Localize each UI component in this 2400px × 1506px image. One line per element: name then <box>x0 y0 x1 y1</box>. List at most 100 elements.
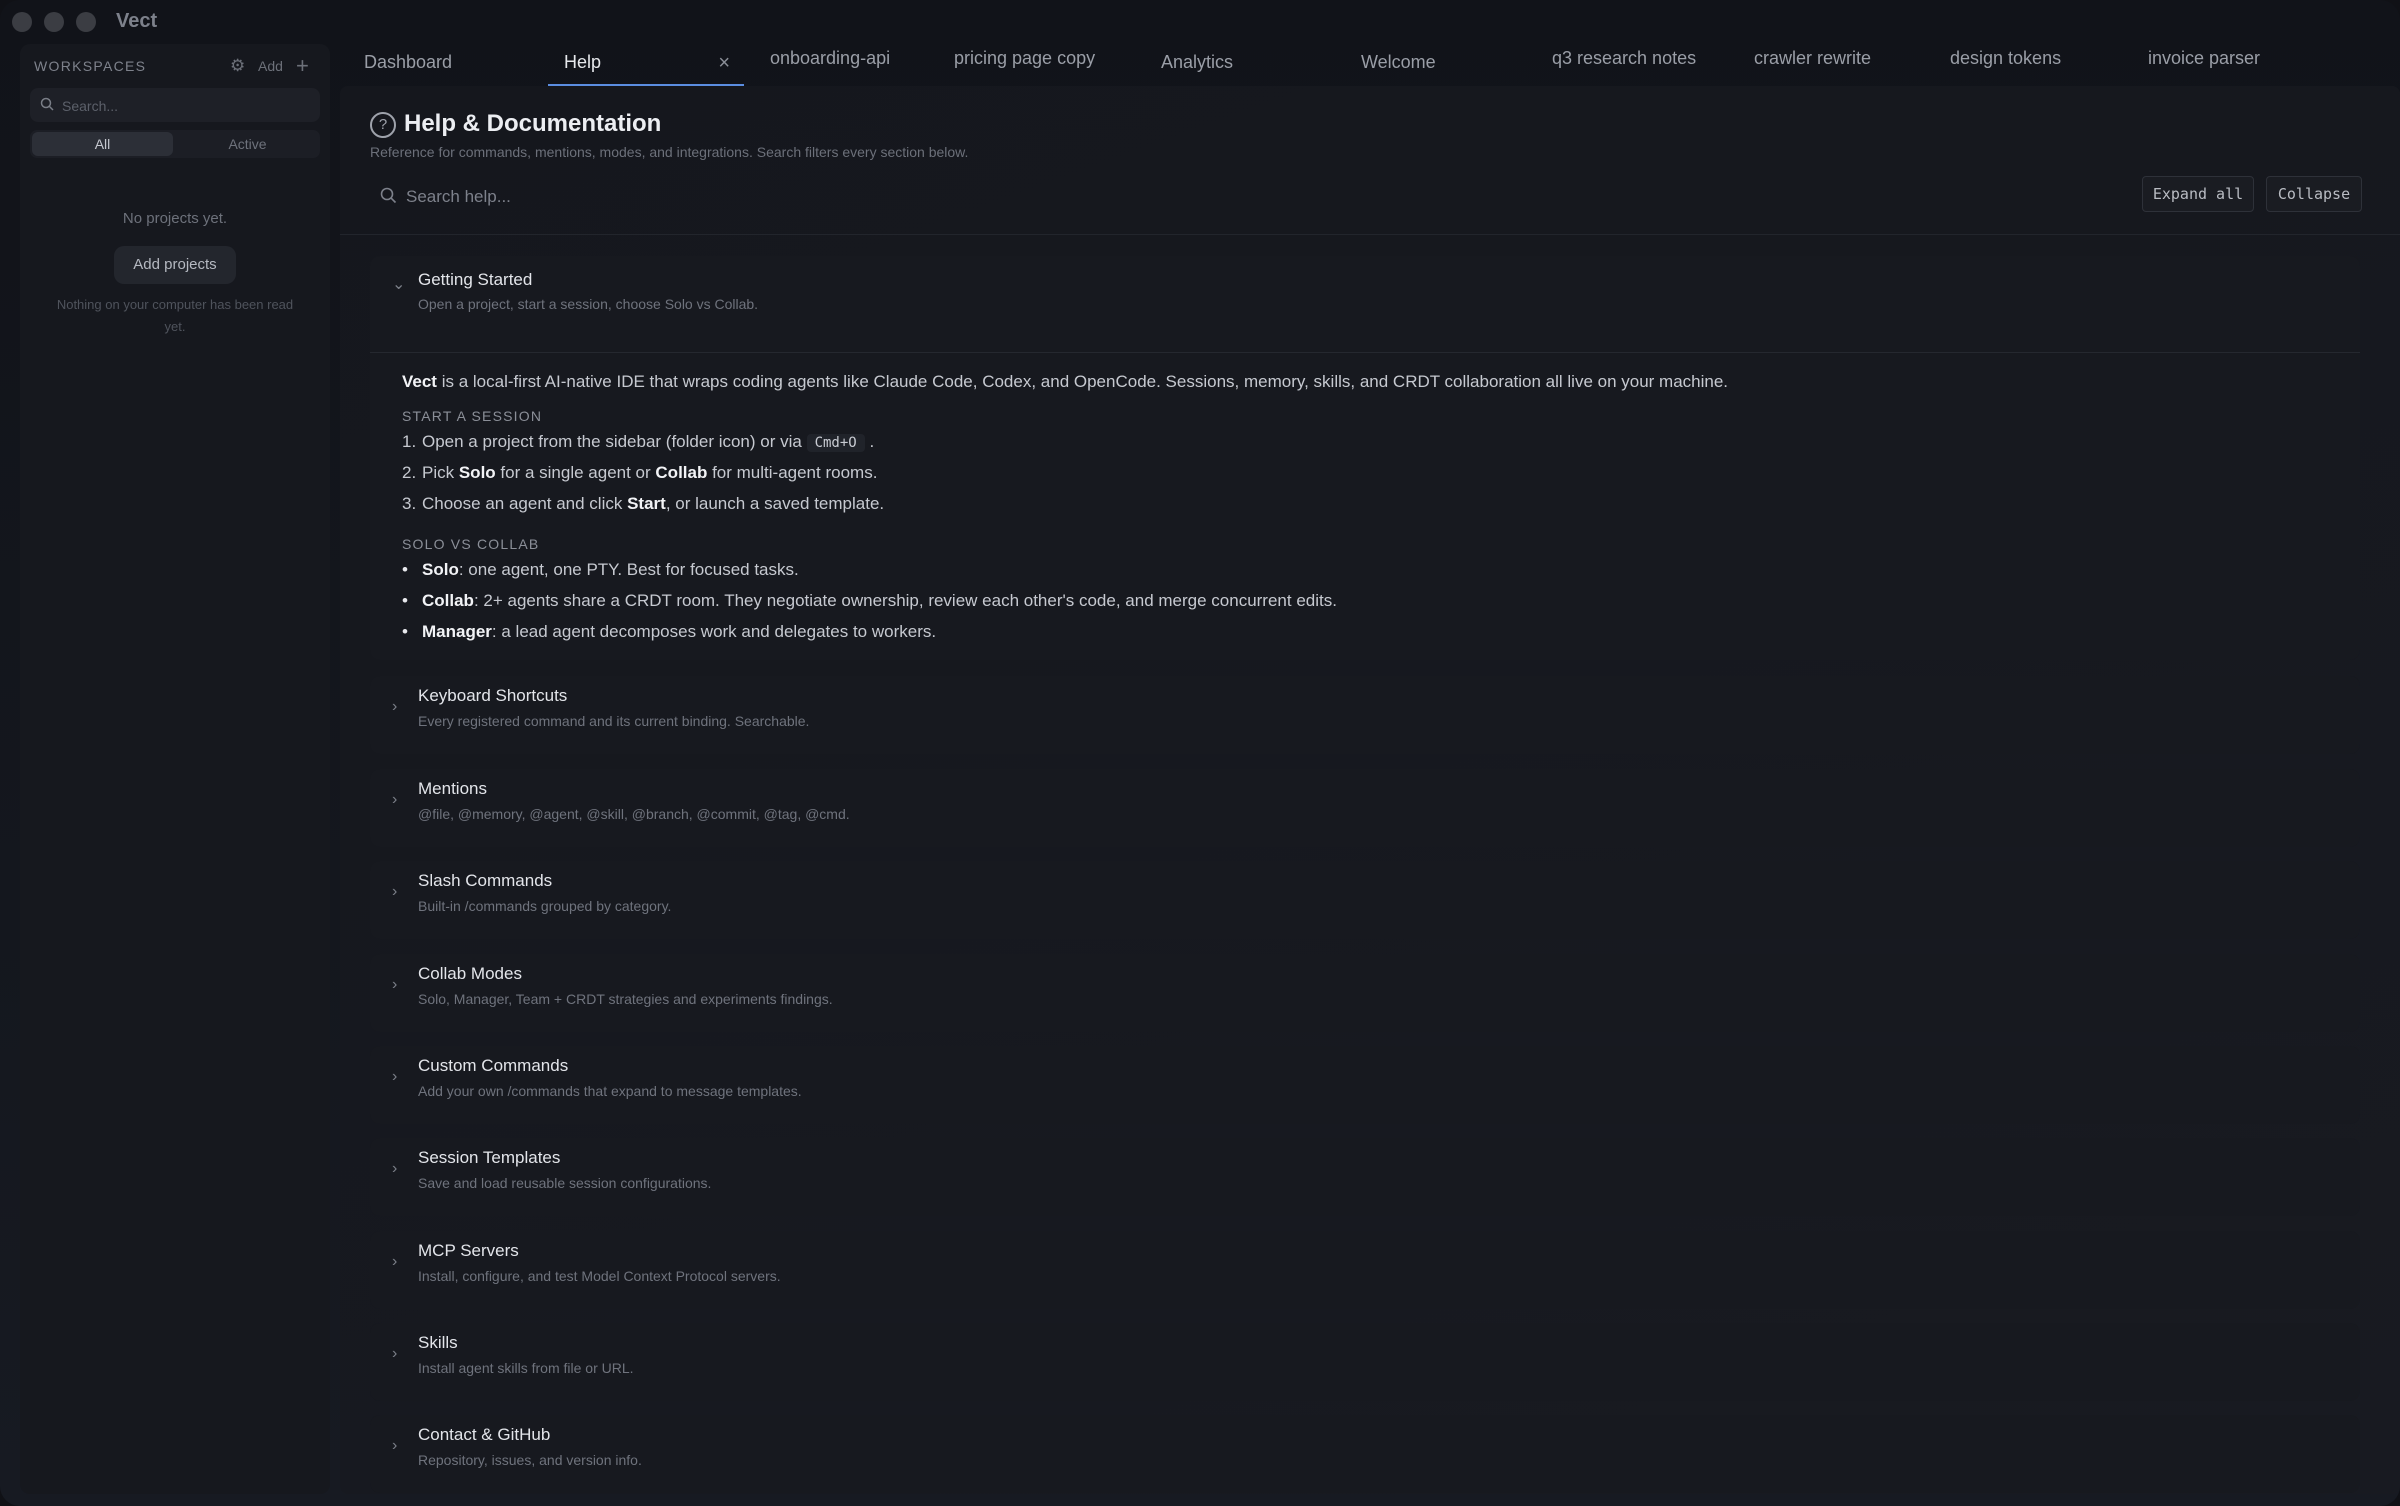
plus-icon[interactable]: + <box>296 53 309 79</box>
section-description: Repository, issues, and version info. <box>418 1452 642 1468</box>
tab-crawler-rewrite[interactable]: crawler rewrite <box>1730 40 1930 82</box>
close-window-button[interactable] <box>12 12 32 32</box>
section-description: Open a project, start a session, choose … <box>418 296 759 312</box>
list-item: • Manager: a lead agent decomposes work a… <box>402 622 936 642</box>
section-skills[interactable]: › Skills Install agent skills from file … <box>370 1323 2360 1401</box>
app-title: Vect <box>116 10 158 32</box>
section-mentions[interactable]: › Mentions @file, @memory, @agent, @skil… <box>370 769 2360 847</box>
help-search <box>380 178 1380 216</box>
header-divider <box>340 234 2400 235</box>
tab-dashboard[interactable]: Dashboard <box>340 44 540 86</box>
section-custom-commands[interactable]: › Custom Commands Add your own /commands… <box>370 1046 2360 1124</box>
chevron-right-icon[interactable]: › <box>392 1437 397 1455</box>
app-window: Vect WORKSPACES ⚙ Add + All Active No pr… <box>0 0 2400 1506</box>
tab-label: q3 research notes <box>1552 48 1697 68</box>
tab-label: Welcome <box>1361 52 1436 72</box>
step-text: for a single agent or <box>495 463 656 482</box>
section-getting-started: ⌄ Getting Started Open a project, start … <box>370 256 2360 660</box>
collapse-button[interactable]: Collapse <box>2266 176 2362 212</box>
section-description: Built-in /commands grouped by category. <box>418 898 672 914</box>
collab-term: Collab <box>655 463 708 482</box>
tab-bar: Dashboard Help × onboarding-api pricing … <box>340 44 2400 86</box>
tab-pricing-page-copy[interactable]: pricing page copy <box>930 40 1130 82</box>
close-icon[interactable]: × <box>718 52 730 75</box>
chevron-right-icon[interactable]: › <box>392 883 397 901</box>
tab-onboarding-api[interactable]: onboarding-api <box>746 40 926 82</box>
chevron-right-icon[interactable]: › <box>392 1253 397 1271</box>
step-number: 3. <box>402 494 417 513</box>
section-title: Custom Commands <box>418 1056 569 1075</box>
step-text: , or launch a saved template. <box>665 494 885 513</box>
filter-active-button[interactable]: Active <box>177 132 318 156</box>
step-text: Choose an agent and click <box>422 494 628 513</box>
chevron-right-icon[interactable]: › <box>392 1345 397 1363</box>
section-description: @file, @memory, @agent, @skill, @branch,… <box>418 806 850 822</box>
section-mcp-servers[interactable]: › MCP Servers Install, configure, and te… <box>370 1231 2360 1309</box>
step-text: Open a project from the sidebar (folder … <box>422 432 807 451</box>
intro-paragraph: Vect is a local-first AI-native IDE that… <box>402 372 1728 392</box>
section-description: Solo, Manager, Team + CRDT strategies an… <box>418 991 833 1007</box>
chevron-right-icon[interactable]: › <box>392 791 397 809</box>
list-item: 3. Choose an agent and click Start, or la… <box>402 494 884 514</box>
section-slash-commands[interactable]: › Slash Commands Built-in /commands grou… <box>370 861 2360 939</box>
chevron-right-icon[interactable]: › <box>392 1068 397 1086</box>
section-title: Slash Commands <box>418 871 553 890</box>
tab-label: design tokens <box>1950 48 2062 68</box>
workspace-search-input[interactable] <box>60 88 314 124</box>
section-collab-modes[interactable]: › Collab Modes Solo, Manager, Team + CRD… <box>370 954 2360 1032</box>
expand-all-button[interactable]: Expand all <box>2142 176 2254 212</box>
mode-text: : one agent, one PTY. Best for focused t… <box>458 560 799 579</box>
section-description: Save and load reusable session configura… <box>418 1175 712 1191</box>
search-icon <box>380 187 397 209</box>
intro-text: is a local-first AI-native IDE that wrap… <box>436 372 1729 391</box>
section-title: Contact & GitHub <box>418 1425 551 1444</box>
section-description: Install agent skills from file or URL. <box>418 1360 634 1376</box>
tab-label: Dashboard <box>364 52 453 72</box>
chevron-right-icon[interactable]: › <box>392 698 397 716</box>
list-item: • Solo: one agent, one PTY. Best for focu… <box>402 560 799 580</box>
add-projects-button[interactable]: Add projects <box>114 246 236 284</box>
tab-design-tokens[interactable]: design tokens <box>1926 40 2122 82</box>
step-text: . <box>864 432 875 451</box>
section-title: MCP Servers <box>418 1241 519 1260</box>
tab-label: pricing page copy <box>954 48 1096 68</box>
solo-term: Solo <box>458 463 496 482</box>
chevron-down-icon[interactable]: ⌄ <box>392 274 405 294</box>
section-title: Skills <box>418 1333 458 1352</box>
shortcut-kbd: Cmd+O <box>806 434 865 452</box>
help-search-input[interactable] <box>404 178 1308 216</box>
tab-invoice-parser[interactable]: invoice parser <box>2124 40 2324 82</box>
step-text: Pick <box>422 463 459 482</box>
section-contact-github[interactable]: › Contact & GitHub Repository, issues, a… <box>370 1415 2360 1493</box>
minimize-window-button[interactable] <box>44 12 64 32</box>
section-keyboard-shortcuts[interactable]: › Keyboard Shortcuts Every registered co… <box>370 676 2360 754</box>
chevron-right-icon[interactable]: › <box>392 1160 397 1178</box>
section-session-templates[interactable]: › Session Templates Save and load reusab… <box>370 1138 2360 1216</box>
app-name: Vect <box>402 372 437 391</box>
workspace-search <box>30 88 320 124</box>
section-divider <box>370 352 2360 353</box>
chevron-right-icon[interactable]: › <box>392 976 397 994</box>
empty-state-title: No projects yet. <box>122 210 228 227</box>
tab-q3-research-notes[interactable]: q3 research notes <box>1528 40 1738 82</box>
step-number: 1. <box>402 432 417 451</box>
section-title: Mentions <box>418 779 487 798</box>
section-description: Install, configure, and test Model Conte… <box>418 1268 781 1284</box>
tab-analytics[interactable]: Analytics <box>1137 44 1327 86</box>
section-description: Add your own /commands that expand to me… <box>418 1083 802 1099</box>
search-icon <box>40 97 54 116</box>
section-title[interactable]: Getting Started <box>418 270 532 290</box>
zoom-window-button[interactable] <box>76 12 96 32</box>
start-term: Start <box>627 494 666 513</box>
mode-term: Collab <box>422 591 474 610</box>
tab-label: crawler rewrite <box>1754 48 1872 68</box>
gear-icon[interactable]: ⚙ <box>230 56 245 76</box>
mode-term: Solo <box>422 560 459 579</box>
mode-text: : a lead agent decomposes work and deleg… <box>491 622 937 641</box>
tab-help[interactable]: Help × <box>540 44 744 86</box>
list-item: 2. Pick Solo for a single agent or Collab… <box>402 463 877 483</box>
filter-all-button[interactable]: All <box>32 132 173 156</box>
tab-welcome[interactable]: Welcome <box>1337 44 1527 86</box>
workspaces-header: WORKSPACES <box>34 58 147 74</box>
add-workspace-button[interactable]: Add <box>258 58 283 74</box>
